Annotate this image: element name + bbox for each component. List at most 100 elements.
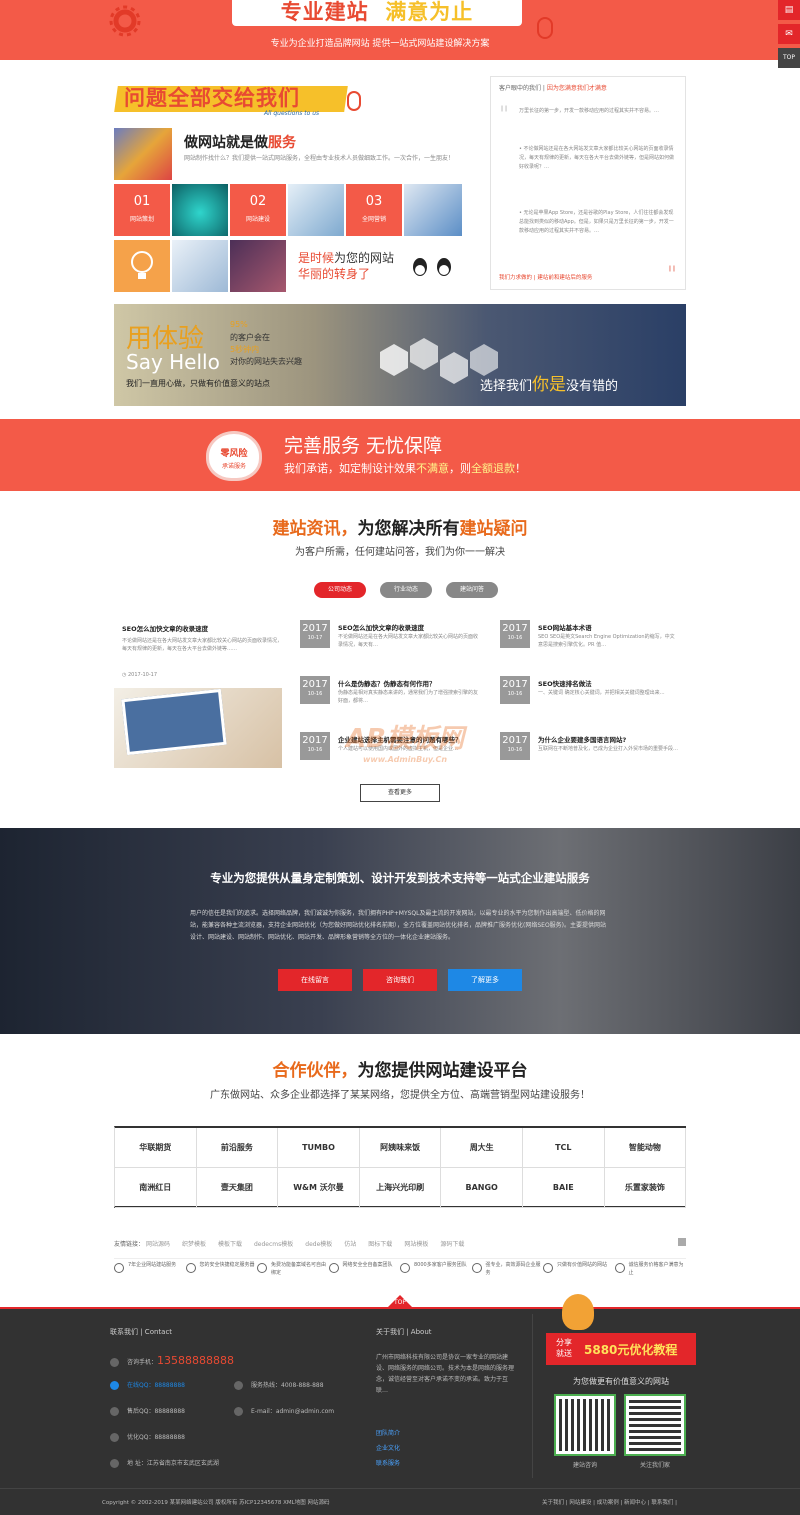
qq-icon	[110, 1433, 119, 1442]
tile-build[interactable]: 02 网站建设	[230, 184, 286, 236]
tile-marketing[interactable]: 03 全网营销	[346, 184, 402, 236]
tab-faq[interactable]: 建站问答	[446, 582, 498, 598]
contact-us-button[interactable]: 咨询我们	[363, 969, 437, 991]
news-date-badge: 2017 10-17	[300, 620, 330, 648]
qq-icon	[110, 1407, 119, 1416]
feature-item: 您的安全快捷稳定服务器	[185, 1261, 256, 1273]
mouse-icon	[347, 91, 361, 111]
news-title[interactable]: SEO网站基本术语	[538, 622, 592, 632]
tile-plan[interactable]: 01 网站策划	[114, 184, 170, 236]
expand-icon[interactable]	[678, 1238, 686, 1246]
mascot-icon	[562, 1294, 594, 1330]
news-subtitle: 为客户所需，任何建站问答，我们为你一一解决	[295, 547, 505, 558]
about-link[interactable]: 团队简介	[376, 1428, 400, 1437]
about-desc: 广州市网络科技有限公司是协议一家专业的网站建设、网络服务的网络公司。技术为本是网…	[376, 1354, 515, 1394]
partner-logo[interactable]: TUMBO	[278, 1128, 360, 1168]
feature-news-desc: 不论做网站还是在各大网站发文章大家都比较关心网站的页面收录情况，每天有规律的更新…	[122, 638, 283, 652]
feature-icon	[114, 1263, 124, 1273]
partner-logo[interactable]: 前沿服务	[196, 1128, 279, 1168]
watermark: AB模板网 www.AdminBuy.Cn	[346, 724, 464, 764]
friend-link[interactable]: 织梦模板	[182, 1241, 206, 1248]
feature-item: 8000多家客户服务团队	[400, 1261, 470, 1273]
feature-label: 强专业，高效源码企业服务	[485, 1262, 541, 1276]
value-line: 为您做更有价值意义的网站	[573, 1377, 669, 1386]
wechat-icon[interactable]: ✉	[778, 24, 800, 44]
browser-photo	[172, 184, 228, 236]
friend-link[interactable]: 网站源码	[146, 1241, 170, 1248]
partner-logo[interactable]: 上海兴光印刷	[359, 1168, 442, 1208]
friend-link[interactable]: 仿站	[344, 1241, 356, 1248]
partner-logo[interactable]: BAIE	[523, 1168, 605, 1208]
network-photo	[230, 240, 286, 292]
zero-risk-badge: 零风险 承诺服务	[206, 431, 262, 481]
top-banner: 专业建站 满意为止 专业为企业打造品牌网站 提供一站式网站建设解决方案	[0, 0, 800, 60]
phone-number[interactable]: 13588888888	[157, 1354, 234, 1367]
share-promo[interactable]: 分享 就送 5880元优化教程	[546, 1333, 696, 1365]
feature-icon	[471, 1263, 482, 1273]
partner-logo[interactable]: 周大生	[441, 1128, 523, 1168]
friend-link[interactable]: 网站模板	[404, 1241, 428, 1248]
feature-item: 诚信服务价格客户满意为止	[614, 1261, 685, 1277]
lightbulb-icon	[131, 251, 153, 279]
friend-link[interactable]: dede模板	[305, 1241, 332, 1248]
view-more-button[interactable]: 查看更多	[360, 784, 440, 802]
feature-label: 网络安全全自备案团队	[342, 1262, 393, 1268]
footer-top-tab[interactable]: TOP	[386, 1295, 414, 1309]
problem-heading: 问题全部交给我们 All questions to us	[114, 76, 354, 120]
news-tabs: 公司动态 行业动态 建站问答	[314, 582, 512, 598]
friend-link[interactable]: 图标下载	[368, 1241, 392, 1248]
friend-link[interactable]: 模板下载	[218, 1241, 242, 1248]
partner-logo[interactable]: 华联期货	[115, 1128, 197, 1168]
bulb-photo	[114, 240, 170, 292]
partner-logo[interactable]: W&M 沃尔曼	[278, 1168, 360, 1208]
banner-subtitle: 专业为企业打造品牌网站 提供一站式网站建设解决方案	[270, 39, 490, 49]
feature-item: 7年企业网站建站服务	[114, 1261, 184, 1273]
friend-link[interactable]: dedecms模板	[254, 1241, 293, 1248]
partner-logo[interactable]: 乐置家装饰	[604, 1168, 687, 1208]
tab-company-news[interactable]: 公司动态	[314, 582, 366, 598]
online-message-button[interactable]: 在线留言	[278, 969, 352, 991]
share-icon[interactable]: ▤	[778, 0, 800, 20]
feature-icon	[614, 1263, 625, 1273]
partner-logo[interactable]: 南洲红日	[115, 1168, 197, 1208]
friend-link[interactable]: 源码下载	[440, 1241, 464, 1248]
laptop-photo	[404, 184, 462, 236]
bottom-links[interactable]: 关于我们 | 网站建设 | 成功案例 | 新闻中心 | 联系我们 |	[542, 1498, 677, 1506]
learn-more-button[interactable]: 了解更多	[448, 969, 522, 991]
about-link[interactable]: 企业文化	[376, 1443, 400, 1452]
partners-title: 合作伙伴，为您提供网站建设平台	[272, 1061, 528, 1081]
partner-logo[interactable]: BANGO	[441, 1168, 523, 1208]
promise-title: 完善服务 无忧保障	[284, 435, 443, 457]
slogan: 是时候为您的网站 华丽的转身了	[298, 251, 395, 281]
qq-icon[interactable]	[410, 256, 458, 278]
tab-industry-news[interactable]: 行业动态	[380, 582, 432, 598]
feature-label: 8000多家客户服务团队	[414, 1262, 467, 1268]
partner-logo[interactable]: 智能动物	[604, 1128, 687, 1168]
news-summary: 一、关键词 确定核心关键词，并把相关关键词整理出来…	[538, 690, 665, 696]
feature-item: 强专业，高效源码企业服务	[471, 1261, 542, 1277]
feature-item: 网络安全全自备案团队	[328, 1261, 399, 1273]
qr-label: 建站咨询	[572, 1462, 597, 1469]
feature-icon	[400, 1263, 410, 1273]
hands-photo	[172, 240, 228, 292]
news-title[interactable]: SEO怎么加快文章的收录速度	[338, 622, 424, 632]
feature-news-title[interactable]: SEO怎么加快文章的收录速度	[122, 623, 208, 633]
news-date-badge: 2017 10-16	[500, 676, 530, 704]
faq-item: • 不论做网站还是在各大网站发文章大家都比较关心网站的页面收录情况，每天有规律的…	[519, 146, 675, 170]
gear-icon	[109, 5, 141, 37]
about-link[interactable]: 联系服务	[376, 1458, 400, 1467]
partner-logo[interactable]: 壹天集团	[196, 1168, 279, 1208]
phone-icon	[110, 1358, 119, 1367]
phone-photo	[114, 688, 282, 768]
hotline-icon	[234, 1381, 243, 1390]
promise-band: 零风险 承诺服务 完善服务 无忧保障 我们承诺，如定制设计效果不满意，则全额退款…	[0, 419, 800, 491]
news-title[interactable]: SEO快速排名做法	[538, 678, 592, 688]
banner-title: 专业建站 满意为止	[232, 0, 522, 26]
back-to-top-button[interactable]: TOP	[778, 48, 800, 68]
contact-title: 联系我们 | Contact	[110, 1328, 173, 1336]
news-title[interactable]: 什么是伪静态？伪静态有何作用？	[338, 678, 436, 688]
partner-logo[interactable]: 阿姨味来饭	[359, 1128, 442, 1168]
partner-logo[interactable]: TCL	[523, 1128, 605, 1168]
news-title[interactable]: 为什么企业要建多国语言网站?	[538, 734, 626, 744]
news-summary: 不论做网站还是在各大网站发文章大家都比较关心网站的页面收录情况，每天有…	[338, 634, 479, 648]
